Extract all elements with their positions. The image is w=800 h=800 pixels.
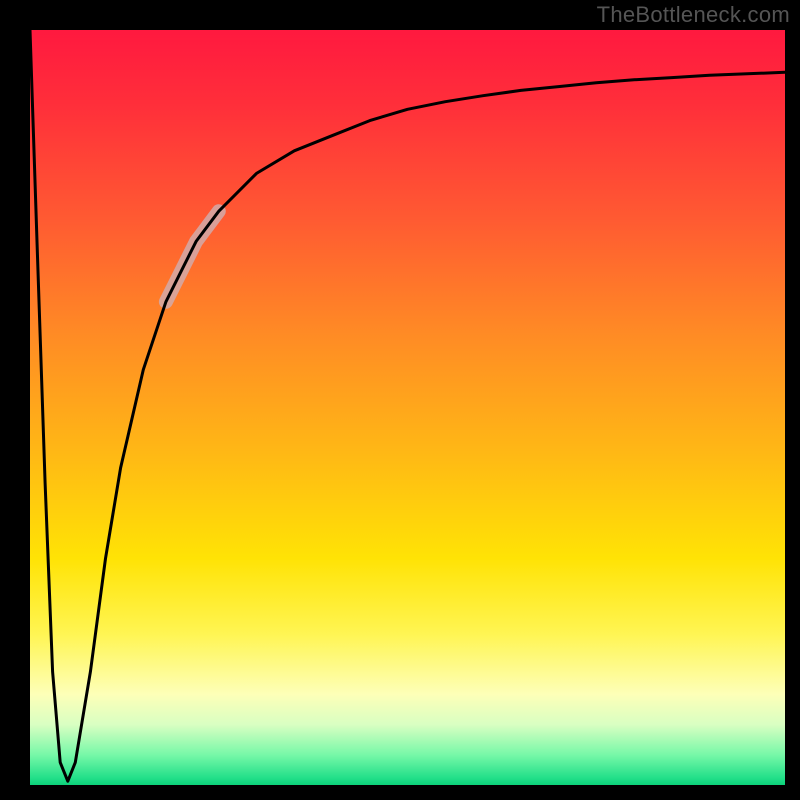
bottleneck-curve	[30, 30, 785, 781]
watermark-text: TheBottleneck.com	[597, 2, 790, 28]
plot-area	[30, 30, 785, 785]
chart-frame: TheBottleneck.com	[0, 0, 800, 800]
curve-svg	[30, 30, 785, 785]
